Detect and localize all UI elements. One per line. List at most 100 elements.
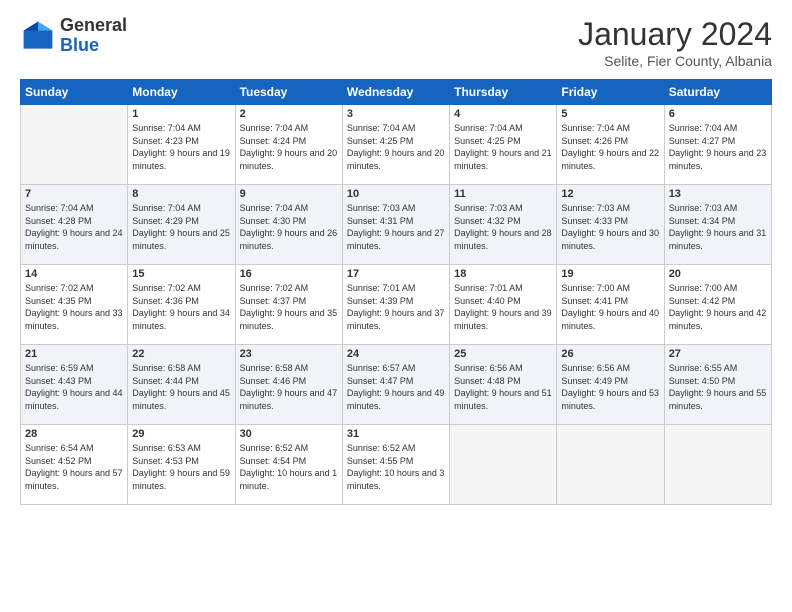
day-cell: 29 Sunrise: 6:53 AMSunset: 4:53 PMDaylig… (128, 425, 235, 505)
day-cell: 16 Sunrise: 7:02 AMSunset: 4:37 PMDaylig… (235, 265, 342, 345)
day-info: Sunrise: 7:00 AMSunset: 4:42 PMDaylight:… (669, 282, 767, 332)
day-header-wednesday: Wednesday (342, 80, 449, 105)
day-number: 14 (25, 268, 123, 280)
day-cell: 14 Sunrise: 7:02 AMSunset: 4:35 PMDaylig… (21, 265, 128, 345)
day-cell: 25 Sunrise: 6:56 AMSunset: 4:48 PMDaylig… (450, 345, 557, 425)
day-cell: 6 Sunrise: 7:04 AMSunset: 4:27 PMDayligh… (664, 105, 771, 185)
day-cell: 10 Sunrise: 7:03 AMSunset: 4:31 PMDaylig… (342, 185, 449, 265)
day-info: Sunrise: 6:57 AMSunset: 4:47 PMDaylight:… (347, 362, 445, 412)
week-row-1: 1 Sunrise: 7:04 AMSunset: 4:23 PMDayligh… (21, 105, 772, 185)
day-number: 6 (669, 108, 767, 120)
day-number: 18 (454, 268, 552, 280)
day-header-saturday: Saturday (664, 80, 771, 105)
day-info: Sunrise: 6:58 AMSunset: 4:44 PMDaylight:… (132, 362, 230, 412)
day-cell: 23 Sunrise: 6:58 AMSunset: 4:46 PMDaylig… (235, 345, 342, 425)
week-row-2: 7 Sunrise: 7:04 AMSunset: 4:28 PMDayligh… (21, 185, 772, 265)
day-info: Sunrise: 6:59 AMSunset: 4:43 PMDaylight:… (25, 362, 123, 412)
week-row-5: 28 Sunrise: 6:54 AMSunset: 4:52 PMDaylig… (21, 425, 772, 505)
day-cell: 2 Sunrise: 7:04 AMSunset: 4:24 PMDayligh… (235, 105, 342, 185)
day-info: Sunrise: 6:53 AMSunset: 4:53 PMDaylight:… (132, 442, 230, 492)
day-cell (664, 425, 771, 505)
day-number: 26 (561, 348, 659, 360)
day-cell: 15 Sunrise: 7:02 AMSunset: 4:36 PMDaylig… (128, 265, 235, 345)
logo-blue: Blue (60, 35, 99, 55)
week-row-4: 21 Sunrise: 6:59 AMSunset: 4:43 PMDaylig… (21, 345, 772, 425)
day-cell: 30 Sunrise: 6:52 AMSunset: 4:54 PMDaylig… (235, 425, 342, 505)
day-info: Sunrise: 7:03 AMSunset: 4:33 PMDaylight:… (561, 202, 659, 252)
day-info: Sunrise: 7:04 AMSunset: 4:29 PMDaylight:… (132, 202, 230, 252)
day-info: Sunrise: 6:56 AMSunset: 4:48 PMDaylight:… (454, 362, 552, 412)
day-cell: 8 Sunrise: 7:04 AMSunset: 4:29 PMDayligh… (128, 185, 235, 265)
day-number: 17 (347, 268, 445, 280)
day-info: Sunrise: 6:55 AMSunset: 4:50 PMDaylight:… (669, 362, 767, 412)
day-number: 10 (347, 188, 445, 200)
day-number: 1 (132, 108, 230, 120)
day-cell (450, 425, 557, 505)
day-number: 24 (347, 348, 445, 360)
day-cell: 22 Sunrise: 6:58 AMSunset: 4:44 PMDaylig… (128, 345, 235, 425)
day-header-monday: Monday (128, 80, 235, 105)
day-info: Sunrise: 6:58 AMSunset: 4:46 PMDaylight:… (240, 362, 338, 412)
day-number: 2 (240, 108, 338, 120)
day-number: 15 (132, 268, 230, 280)
day-info: Sunrise: 6:52 AMSunset: 4:55 PMDaylight:… (347, 442, 445, 492)
day-cell: 26 Sunrise: 6:56 AMSunset: 4:49 PMDaylig… (557, 345, 664, 425)
day-number: 13 (669, 188, 767, 200)
day-info: Sunrise: 7:02 AMSunset: 4:35 PMDaylight:… (25, 282, 123, 332)
day-number: 19 (561, 268, 659, 280)
day-cell: 9 Sunrise: 7:04 AMSunset: 4:30 PMDayligh… (235, 185, 342, 265)
day-info: Sunrise: 7:01 AMSunset: 4:40 PMDaylight:… (454, 282, 552, 332)
day-info: Sunrise: 7:00 AMSunset: 4:41 PMDaylight:… (561, 282, 659, 332)
logo-general: General (60, 15, 127, 35)
day-number: 22 (132, 348, 230, 360)
day-cell: 21 Sunrise: 6:59 AMSunset: 4:43 PMDaylig… (21, 345, 128, 425)
day-number: 20 (669, 268, 767, 280)
day-cell: 4 Sunrise: 7:04 AMSunset: 4:25 PMDayligh… (450, 105, 557, 185)
day-info: Sunrise: 7:04 AMSunset: 4:28 PMDaylight:… (25, 202, 123, 252)
day-cell: 1 Sunrise: 7:04 AMSunset: 4:23 PMDayligh… (128, 105, 235, 185)
day-number: 30 (240, 428, 338, 440)
day-info: Sunrise: 7:04 AMSunset: 4:30 PMDaylight:… (240, 202, 338, 252)
day-info: Sunrise: 7:04 AMSunset: 4:25 PMDaylight:… (347, 122, 445, 172)
day-cell (21, 105, 128, 185)
calendar-table: SundayMondayTuesdayWednesdayThursdayFrid… (20, 79, 772, 505)
header-row: SundayMondayTuesdayWednesdayThursdayFrid… (21, 80, 772, 105)
day-cell: 31 Sunrise: 6:52 AMSunset: 4:55 PMDaylig… (342, 425, 449, 505)
day-number: 28 (25, 428, 123, 440)
header: General Blue January 2024 Selite, Fier C… (20, 16, 772, 69)
day-number: 8 (132, 188, 230, 200)
day-number: 29 (132, 428, 230, 440)
day-info: Sunrise: 7:02 AMSunset: 4:37 PMDaylight:… (240, 282, 338, 332)
day-info: Sunrise: 7:02 AMSunset: 4:36 PMDaylight:… (132, 282, 230, 332)
day-number: 5 (561, 108, 659, 120)
day-info: Sunrise: 7:03 AMSunset: 4:32 PMDaylight:… (454, 202, 552, 252)
day-cell: 3 Sunrise: 7:04 AMSunset: 4:25 PMDayligh… (342, 105, 449, 185)
day-cell: 17 Sunrise: 7:01 AMSunset: 4:39 PMDaylig… (342, 265, 449, 345)
day-number: 9 (240, 188, 338, 200)
day-info: Sunrise: 7:04 AMSunset: 4:26 PMDaylight:… (561, 122, 659, 172)
day-number: 12 (561, 188, 659, 200)
day-info: Sunrise: 7:03 AMSunset: 4:31 PMDaylight:… (347, 202, 445, 252)
day-info: Sunrise: 7:04 AMSunset: 4:24 PMDaylight:… (240, 122, 338, 172)
day-cell (557, 425, 664, 505)
month-title: January 2024 (578, 16, 772, 53)
title-block: January 2024 Selite, Fier County, Albani… (578, 16, 772, 69)
day-number: 11 (454, 188, 552, 200)
day-info: Sunrise: 7:01 AMSunset: 4:39 PMDaylight:… (347, 282, 445, 332)
day-cell: 19 Sunrise: 7:00 AMSunset: 4:41 PMDaylig… (557, 265, 664, 345)
day-cell: 13 Sunrise: 7:03 AMSunset: 4:34 PMDaylig… (664, 185, 771, 265)
day-number: 21 (25, 348, 123, 360)
day-info: Sunrise: 6:56 AMSunset: 4:49 PMDaylight:… (561, 362, 659, 412)
location-subtitle: Selite, Fier County, Albania (578, 53, 772, 69)
logo: General Blue (20, 16, 127, 56)
day-number: 7 (25, 188, 123, 200)
day-cell: 18 Sunrise: 7:01 AMSunset: 4:40 PMDaylig… (450, 265, 557, 345)
day-number: 27 (669, 348, 767, 360)
day-number: 23 (240, 348, 338, 360)
day-cell: 28 Sunrise: 6:54 AMSunset: 4:52 PMDaylig… (21, 425, 128, 505)
day-header-thursday: Thursday (450, 80, 557, 105)
week-row-3: 14 Sunrise: 7:02 AMSunset: 4:35 PMDaylig… (21, 265, 772, 345)
day-cell: 5 Sunrise: 7:04 AMSunset: 4:26 PMDayligh… (557, 105, 664, 185)
logo-text: General Blue (60, 16, 127, 56)
logo-icon (20, 18, 56, 54)
